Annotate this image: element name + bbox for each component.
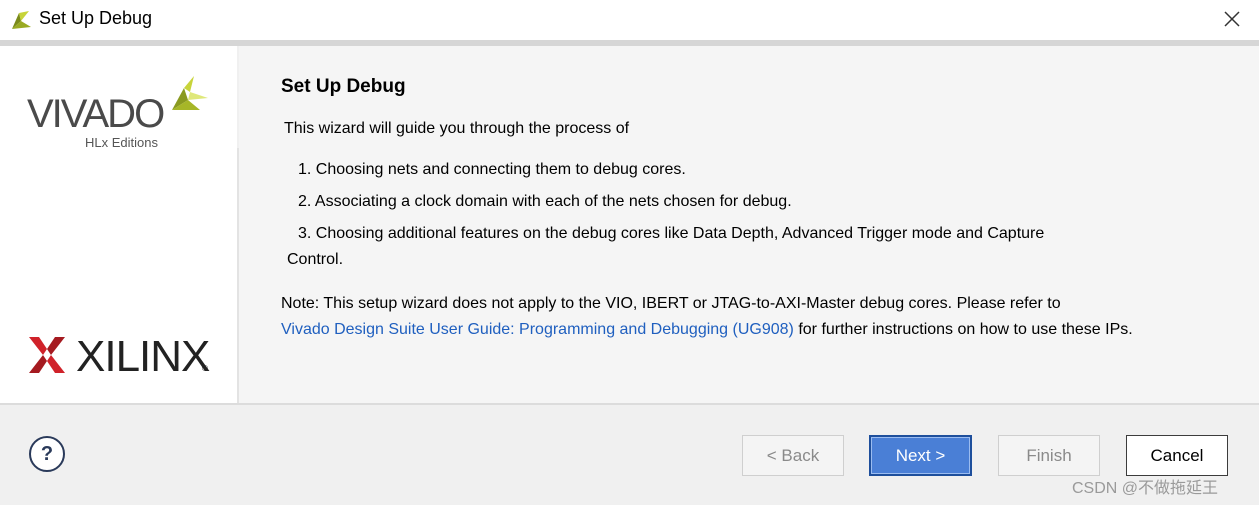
registered-mark: ® bbox=[202, 364, 208, 373]
vivado-leaf-icon bbox=[12, 11, 31, 29]
user-guide-link[interactable]: Vivado Design Suite User Guide: Programm… bbox=[281, 321, 794, 338]
step-item: 2. Associating a clock domain with each … bbox=[298, 193, 792, 210]
window-title: Set Up Debug bbox=[39, 8, 153, 28]
help-button[interactable]: ? bbox=[29, 436, 65, 472]
step-item-continuation: Control. bbox=[287, 251, 344, 268]
vivado-logo-text: VIVADO bbox=[27, 92, 165, 136]
next-button[interactable]: Next > bbox=[869, 435, 972, 476]
close-icon[interactable] bbox=[1219, 6, 1245, 32]
step-item: 1. Choosing nets and connecting them to … bbox=[298, 161, 686, 178]
vivado-edition-label: HLx Editions bbox=[85, 135, 158, 150]
vivado-logo-icon bbox=[172, 76, 208, 110]
cancel-button[interactable]: Cancel bbox=[1126, 435, 1228, 476]
back-button[interactable]: < Back bbox=[742, 435, 844, 476]
finish-button[interactable]: Finish bbox=[998, 435, 1100, 476]
step-item: 3. Choosing additional features on the d… bbox=[298, 225, 1045, 242]
note-paragraph: Note: This setup wizard does not apply t… bbox=[281, 291, 1211, 343]
note-text: Note: This setup wizard does not apply t… bbox=[281, 295, 1061, 312]
title-bar: Set Up Debug bbox=[0, 0, 1259, 40]
help-icon: ? bbox=[40, 442, 54, 465]
watermark-text: CSDN @不做拖延王 bbox=[1072, 480, 1219, 497]
page-heading: Set Up Debug bbox=[281, 76, 406, 97]
intro-text: This wizard will guide you through the p… bbox=[284, 120, 630, 137]
xilinx-logo-icon bbox=[29, 337, 65, 373]
xilinx-logo-text: XILINX bbox=[76, 332, 210, 381]
note-text-suffix: for further instructions on how to use t… bbox=[793, 321, 1133, 338]
